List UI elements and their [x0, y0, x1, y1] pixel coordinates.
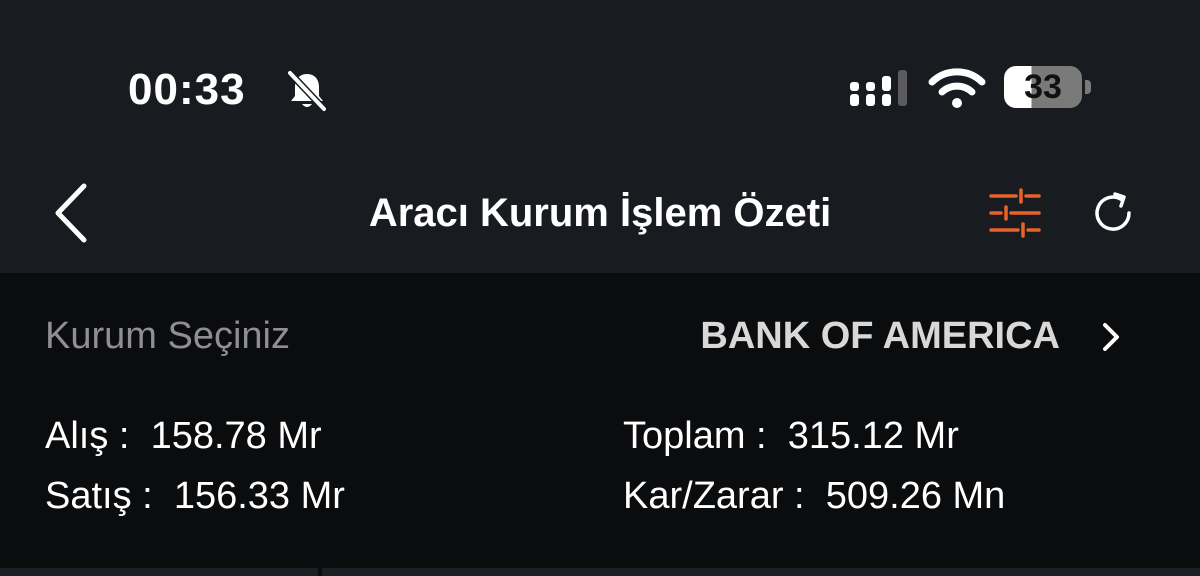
selected-broker[interactable]: BANK OF AMERICA	[700, 312, 1060, 360]
profit-loss-summary: Kar/Zarar : 509.26 Mn	[623, 472, 1005, 520]
header-area: 00:33 33 Aracı Kurum İşlem Özeti	[0, 0, 1200, 273]
sell-label: Satış :	[45, 475, 153, 517]
buy-summary: Alış : 158.78 Mr	[45, 412, 322, 460]
battery-tip	[1085, 80, 1091, 94]
bottom-divider	[0, 568, 318, 576]
battery-indicator: 33	[1004, 66, 1094, 110]
refresh-icon[interactable]	[1088, 188, 1138, 238]
sliders-icon[interactable]	[988, 188, 1042, 238]
total-label: Toplam :	[623, 415, 767, 457]
total-summary: Toplam : 315.12 Mr	[623, 412, 959, 460]
bell-slash-icon	[286, 69, 328, 113]
profit-loss-value: 509.26 Mn	[825, 475, 1006, 517]
chevron-right-icon[interactable]	[1098, 320, 1124, 354]
sell-value: 156.33 Mr	[173, 475, 345, 517]
cellular-signal-icon	[850, 70, 907, 106]
profit-loss-label: Kar/Zarar :	[623, 475, 805, 517]
broker-selector[interactable]: Kurum Seçiniz BANK OF AMERICA	[0, 300, 1200, 374]
battery-level: 33	[1024, 68, 1062, 106]
sell-summary: Satış : 156.33 Mr	[45, 472, 345, 520]
bottom-divider	[322, 568, 1200, 576]
broker-select-label: Kurum Seçiniz	[45, 315, 290, 357]
status-time: 00:33	[128, 65, 246, 114]
buy-value: 158.78 Mr	[150, 415, 322, 457]
wifi-icon	[928, 68, 986, 108]
total-value: 315.12 Mr	[787, 415, 959, 457]
buy-label: Alış :	[45, 415, 130, 457]
